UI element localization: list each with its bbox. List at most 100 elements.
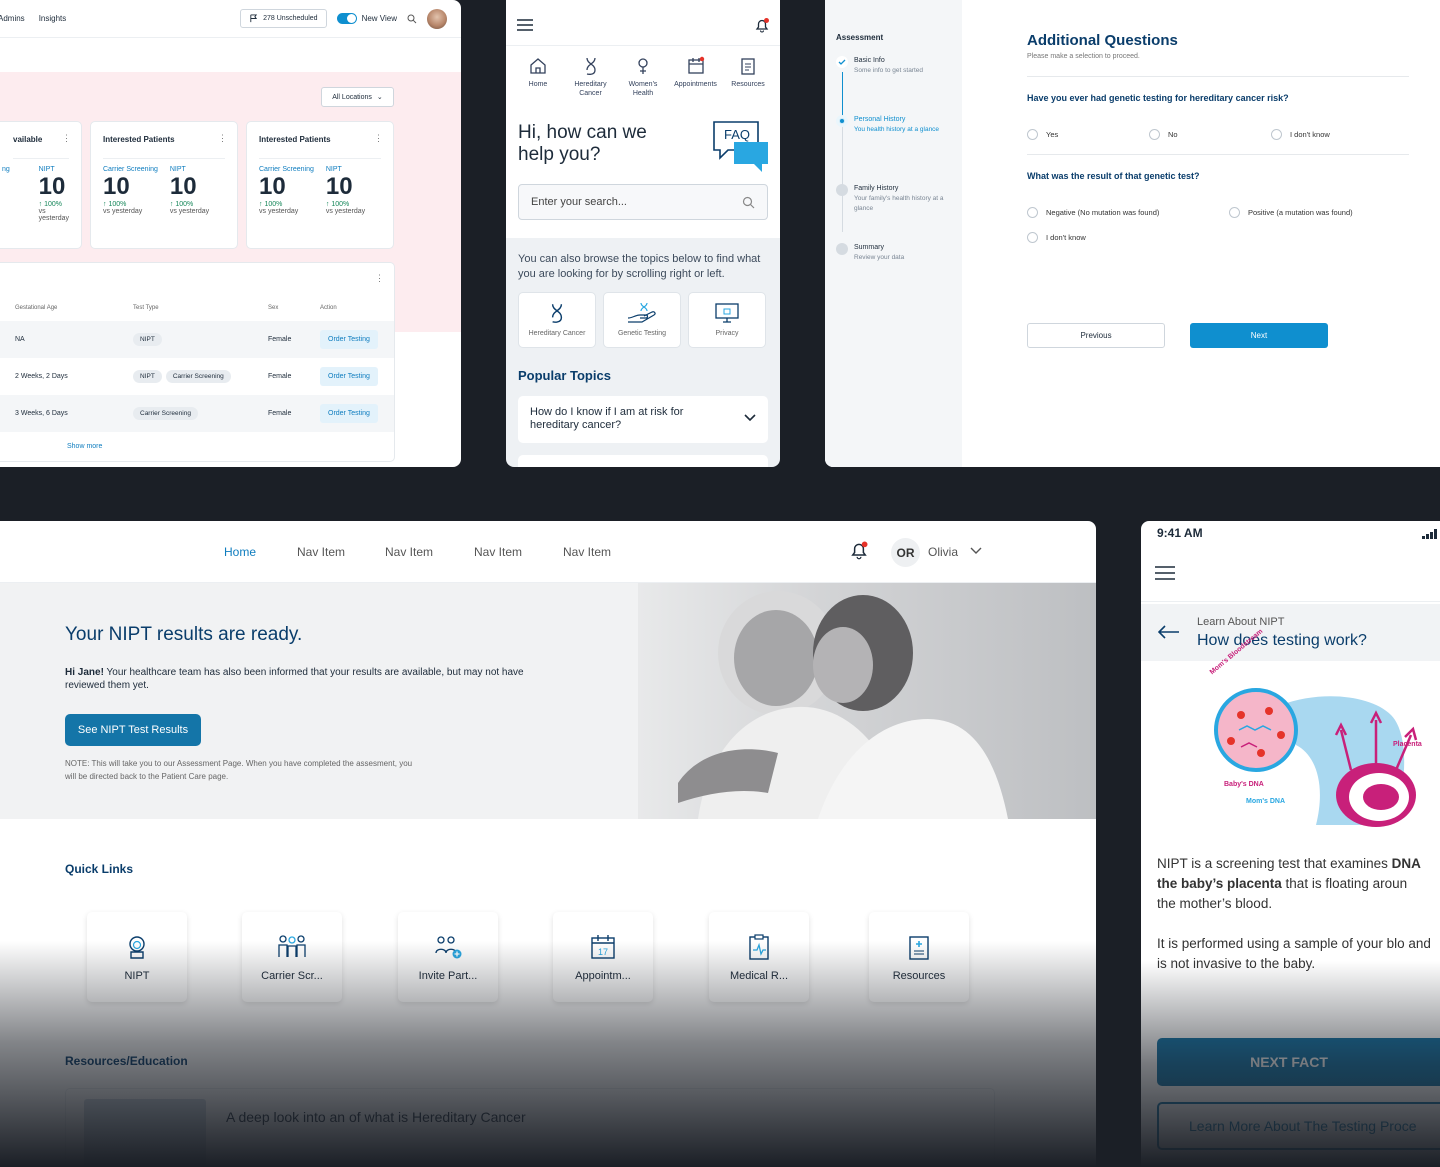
avatar[interactable]: OR — [891, 538, 920, 567]
bell-icon[interactable] — [754, 17, 770, 33]
nav-womens-health[interactable]: Women's Health — [619, 56, 667, 98]
avatar[interactable] — [427, 8, 447, 29]
learn-more-button[interactable]: Learn More About The Testing Proce — [1157, 1102, 1440, 1150]
nav-label: Resources — [731, 81, 765, 88]
faq-question: How do I know if I am at risk for heredi… — [530, 406, 684, 431]
step-title: Basic Info — [854, 57, 885, 64]
order-testing-button[interactable]: Order Testing — [320, 404, 378, 423]
kebab-icon[interactable]: ⋮ — [375, 273, 384, 284]
back-arrow-icon[interactable] — [1158, 625, 1180, 639]
mother-daughter-photo — [678, 591, 1008, 819]
diagram-label-placenta: Placenta — [1393, 741, 1422, 748]
topic-tile-genetic-testing[interactable]: Genetic Testing — [603, 292, 681, 348]
radio-yes[interactable]: Yes — [1027, 129, 1149, 140]
kebab-icon[interactable]: ⋮ — [374, 133, 383, 144]
nav-insights[interactable]: Insights — [39, 14, 67, 23]
test-chip: Carrier Screening — [165, 370, 231, 383]
locations-select[interactable]: All Locations ⌄ — [321, 87, 394, 107]
metric-since: vs yesterday — [103, 208, 143, 215]
nav-item[interactable]: Nav Item — [297, 545, 345, 559]
step-current-dot-icon — [836, 115, 848, 127]
quick-link-invite-partner[interactable]: Invite Part... — [398, 912, 498, 1002]
search-input[interactable]: Enter your search... — [518, 184, 768, 220]
step-summary[interactable]: Summary Review your data — [836, 243, 951, 285]
kebab-icon[interactable]: ⋮ — [62, 133, 71, 144]
step-family-history[interactable]: Family History Your family's health hist… — [836, 184, 951, 226]
nav-resources[interactable]: Resources — [724, 56, 772, 98]
nav-admins[interactable]: Admins — [0, 14, 25, 23]
radio-negative[interactable]: Negative (No mutation was found) — [1027, 207, 1229, 218]
search-placeholder: Enter your search... — [531, 196, 627, 208]
show-more-link[interactable]: Show more — [67, 443, 102, 450]
faq-label: FAQ — [724, 127, 751, 142]
stats-card: Interested Patients ⋮ Carrier Screening … — [246, 121, 394, 249]
search-icon[interactable] — [407, 14, 417, 24]
nav-item[interactable]: Nav Item — [385, 545, 433, 559]
hero-text: Hi Jane! Your healthcare team has also b… — [65, 666, 525, 692]
article-thumbnail — [84, 1099, 206, 1167]
bell-icon[interactable] — [849, 540, 869, 560]
next-button[interactable]: Next — [1190, 323, 1328, 348]
kebab-icon[interactable]: ⋮ — [218, 133, 227, 144]
question-2-options-row2: I don't know — [1027, 232, 1409, 243]
patients-table: ⋮ Gestational Age Test Type Sex Action N… — [0, 262, 395, 462]
new-view-toggle[interactable] — [336, 13, 357, 24]
topic-tile-privacy[interactable]: Privacy — [688, 292, 766, 348]
gestational-age: 3 Weeks, 6 Days — [15, 410, 68, 417]
step-basic-info[interactable]: Basic Info Some info to get started — [836, 56, 951, 98]
check-icon — [836, 56, 848, 68]
column-header: Test Type — [133, 305, 159, 311]
nav-appointments[interactable]: Appointments — [672, 56, 720, 98]
quick-link-medical-records[interactable]: Medical R... — [709, 912, 809, 1002]
question-2: What was the result of that genetic test… — [1027, 171, 1200, 181]
nav-item[interactable]: Nav Item — [563, 545, 611, 559]
quick-link-resources[interactable]: Resources — [869, 912, 969, 1002]
order-testing-button[interactable]: Order Testing — [320, 367, 378, 386]
question-1-options: Yes No I don't know — [1027, 129, 1409, 140]
next-fact-button[interactable]: NEXT FACT — [1157, 1038, 1440, 1086]
nav-home[interactable]: Home — [224, 545, 256, 559]
hero-body: Your healthcare team has also been infor… — [65, 667, 524, 691]
option-label: I don't know — [1046, 233, 1086, 242]
column-header: Action — [320, 305, 337, 311]
help-nav: Home Hereditary Cancer Women's Health Ap… — [506, 56, 780, 98]
hamburger-menu-icon[interactable] — [1155, 566, 1175, 580]
radio-circle — [1027, 207, 1038, 218]
nav-label: Appointments — [674, 81, 717, 88]
step-personal-history[interactable]: Personal History You health history at a… — [836, 115, 951, 167]
faq-accordion-item[interactable] — [518, 455, 768, 467]
diagram-label-moms-dna: Mom's DNA — [1246, 798, 1285, 805]
nav-item[interactable]: Nav Item — [474, 545, 522, 559]
quick-link-appointments[interactable]: 17 Appointm... — [553, 912, 653, 1002]
status-bar: 9:41 AM — [1141, 521, 1440, 547]
column-header: Gestational Age — [15, 305, 58, 311]
chevron-down-icon[interactable] — [970, 547, 982, 555]
unscheduled-button[interactable]: 278 Unscheduled — [240, 9, 327, 28]
quick-link-nipt[interactable]: NIPT — [87, 912, 187, 1002]
table-row: NA NIPT Female Order Testing — [0, 321, 394, 358]
radio-positive[interactable]: Positive (a mutation was found) — [1229, 207, 1353, 218]
mobile-header — [1141, 547, 1440, 602]
see-results-button[interactable]: See NIPT Test Results — [65, 714, 201, 746]
fact-paragraph-1: NIPT is a screening test that examines D… — [1157, 854, 1440, 914]
article-card[interactable]: A deep look into an of what is Hereditar… — [65, 1088, 995, 1167]
nav-home[interactable]: Home — [514, 56, 562, 98]
radio-circle — [1271, 129, 1282, 140]
order-testing-button[interactable]: Order Testing — [320, 330, 378, 349]
fact-paragraph-2: It is performed using a sample of your b… — [1157, 936, 1431, 971]
previous-button[interactable]: Previous — [1027, 323, 1165, 348]
clipboard-icon — [741, 58, 755, 75]
faq-accordion-item[interactable]: How do I know if I am at risk for heredi… — [518, 396, 768, 443]
user-name[interactable]: Olivia — [928, 545, 958, 559]
search-icon — [742, 196, 755, 208]
topic-tile-hereditary-cancer[interactable]: Hereditary Cancer — [518, 292, 596, 348]
radio-dont-know[interactable]: I don't know — [1027, 232, 1086, 243]
nav-hereditary-cancer[interactable]: Hereditary Cancer — [567, 56, 615, 98]
metric-percent: 100% — [331, 201, 350, 208]
radio-dont-know[interactable]: I don't know — [1271, 129, 1330, 140]
quick-link-carrier-screening[interactable]: Carrier Scr... — [242, 912, 342, 1002]
fact-text: that is floating aroun — [1281, 876, 1408, 891]
radio-no[interactable]: No — [1149, 129, 1271, 140]
quick-link-label: Invite Part... — [418, 970, 478, 982]
hamburger-menu-icon[interactable] — [517, 19, 533, 31]
